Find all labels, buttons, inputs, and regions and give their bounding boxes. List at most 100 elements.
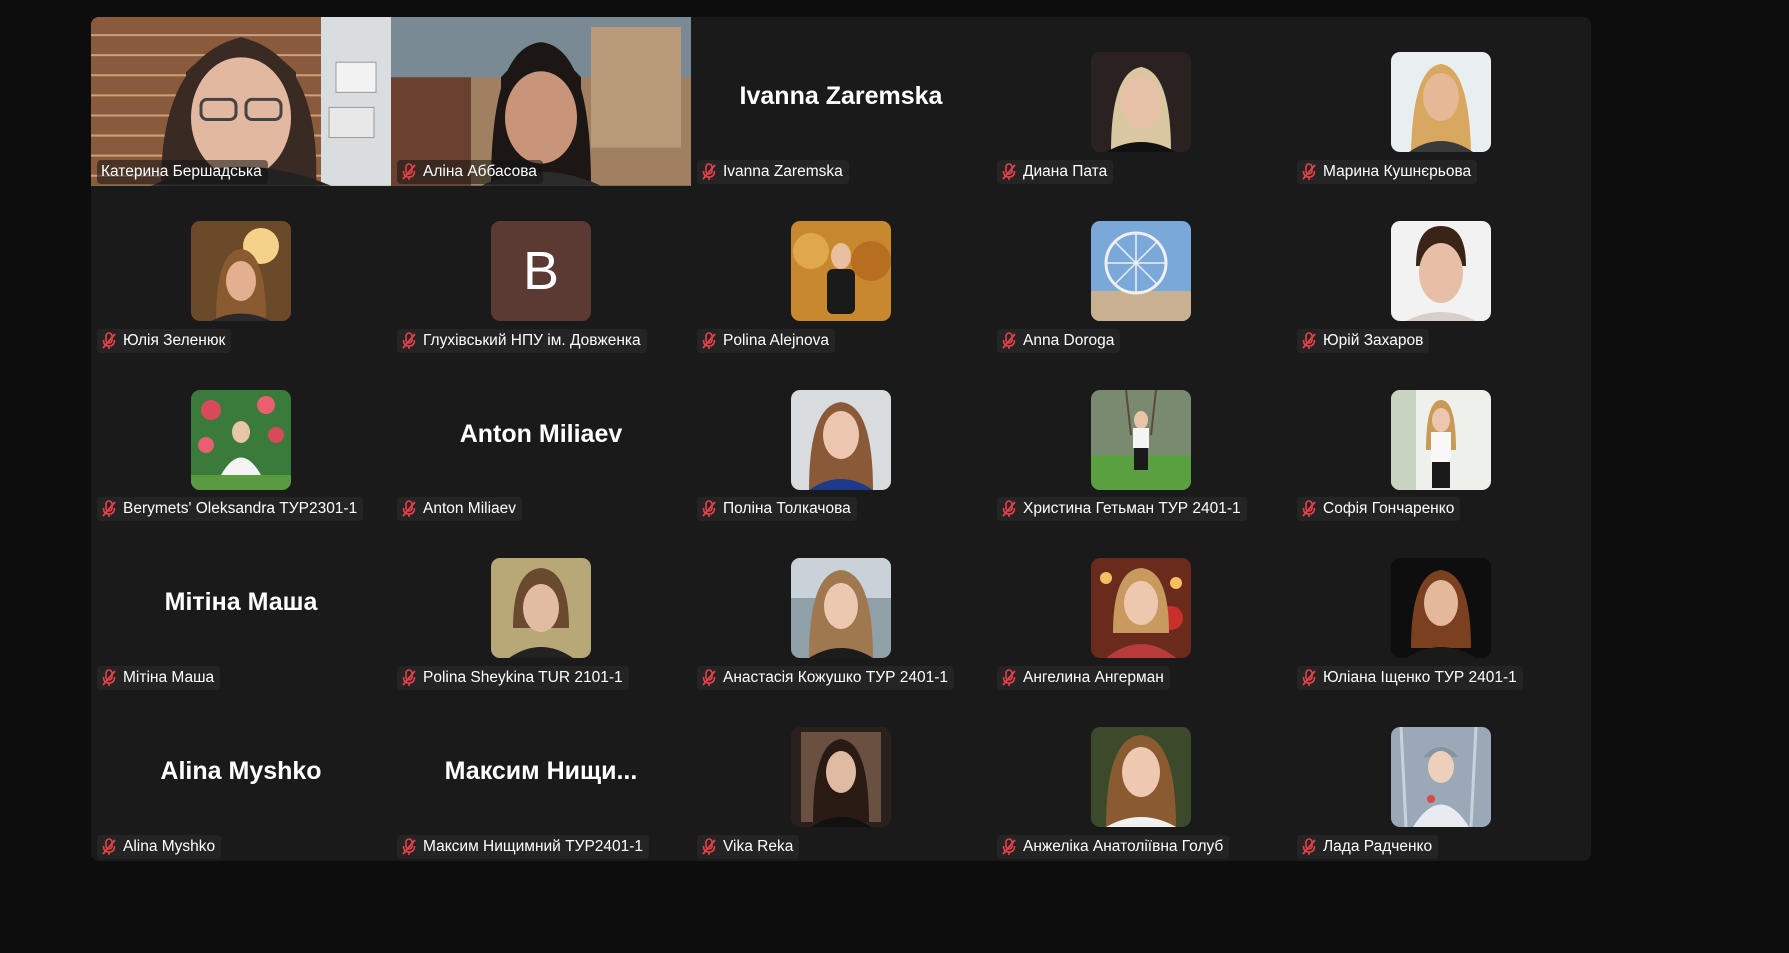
initial-avatar: В: [491, 220, 591, 321]
participant-name: Аліна Аббасова: [423, 162, 537, 180]
participant-tile[interactable]: Диана Пата: [991, 17, 1291, 186]
muted-mic-icon: [1301, 838, 1317, 856]
participant-tile[interactable]: Катерина Бершадська: [91, 17, 391, 186]
participant-name: Глухівський НПУ ім. Довженка: [423, 331, 641, 349]
muted-mic-icon: [1301, 162, 1317, 181]
profile-picture: [1391, 220, 1491, 321]
participant-name-tag: Ангелина Ангерман: [997, 666, 1170, 691]
participant-tile[interactable]: Анжеліка Анатоліївна Голуб: [991, 692, 1291, 861]
muted-mic-icon: [701, 162, 717, 181]
participant-name-tag: Катерина Бершадська: [97, 159, 268, 184]
participant-display-name: Ivanna Zaremska: [739, 82, 943, 110]
muted-mic-icon: [1001, 669, 1017, 687]
participant-tile[interactable]: В Глухівський НПУ ім. Довженка: [391, 185, 691, 355]
profile-picture: [1391, 52, 1491, 152]
muted-mic-icon: [101, 500, 117, 518]
participant-name: Юлія Зеленюк: [123, 331, 226, 349]
participant-name: Anton Miliaev: [423, 500, 517, 518]
participant-name: Христина Гетьман ТУР 2401-1: [1023, 500, 1241, 518]
participant-name: Поліна Толкачова: [723, 500, 851, 518]
muted-mic-icon: [1301, 500, 1317, 518]
participant-display-name: Alina Myshko: [160, 757, 322, 786]
participant-name: Alina Myshko: [123, 837, 216, 855]
participant-name-tag: Диана Пата: [997, 159, 1114, 184]
participant-name: Ангелина Ангерман: [1023, 669, 1164, 687]
participant-name-tag: Анжеліка Анатоліївна Голуб: [997, 834, 1230, 859]
participant-name-tag: Polina Sheykina TUR 2101-1: [397, 666, 629, 691]
muted-mic-icon: [101, 669, 117, 687]
profile-picture: [1091, 389, 1191, 490]
participant-tile[interactable]: Христина Гетьман ТУР 2401-1: [991, 354, 1291, 524]
participant-name: Мітіна Маша: [123, 669, 215, 687]
participant-name: Лада Радченко: [1323, 837, 1433, 855]
muted-mic-icon: [1301, 331, 1317, 350]
participant-tile[interactable]: Polina Sheykina TUR 2101-1: [391, 523, 691, 693]
participant-name-tag: Alina Myshko: [97, 834, 222, 859]
muted-mic-icon: [401, 500, 417, 518]
participant-tile[interactable]: Лада Радченко: [1291, 692, 1591, 861]
muted-mic-icon: [701, 838, 717, 856]
participant-name: Софія Гончаренко: [1323, 500, 1455, 518]
profile-picture: [1091, 220, 1191, 321]
participant-name-tag: Аліна Аббасова: [397, 159, 543, 184]
video-gallery: Катерина Бершадська Аліна Аббасова Ivann…: [91, 17, 1591, 861]
profile-picture: [1091, 52, 1191, 152]
muted-mic-icon: [401, 669, 417, 687]
participant-name: Юліана Іщенко ТУР 2401-1: [1323, 669, 1517, 687]
muted-mic-icon: [401, 838, 417, 856]
participant-tile[interactable]: Анастасія Кожушко ТУР 2401-1: [691, 523, 991, 693]
participant-name-tag: Лада Радченко: [1297, 834, 1439, 859]
participant-name-tag: Анастасія Кожушко ТУР 2401-1: [697, 666, 955, 691]
participant-name: Анастасія Кожушко ТУР 2401-1: [723, 669, 949, 687]
participant-name: Polina Sheykina TUR 2101-1: [423, 669, 623, 687]
participant-display-name: Anton Miliaev: [459, 419, 623, 448]
participant-tile[interactable]: Юрій Захаров: [1291, 185, 1591, 355]
participant-tile[interactable]: Юліана Іщенко ТУР 2401-1: [1291, 523, 1591, 693]
muted-mic-icon: [401, 162, 417, 181]
participant-name: Ivanna Zaremska: [723, 162, 843, 180]
participant-name: Максим Нищимний ТУР2401-1: [423, 837, 644, 855]
participant-display-name: Мітіна Маша: [164, 588, 318, 617]
participant-tile[interactable]: Ivanna Zaremska Ivanna Zaremska: [691, 17, 991, 186]
participant-tile[interactable]: Anna Doroga: [991, 185, 1291, 355]
muted-mic-icon: [101, 838, 117, 856]
participant-tile[interactable]: Марина Кушнєрьова: [1291, 17, 1591, 186]
participant-tile[interactable]: Мітіна Маша Мітіна Маша: [91, 523, 391, 693]
profile-picture: [791, 220, 891, 321]
participant-name-tag: Поліна Толкачова: [697, 497, 857, 522]
participant-tile[interactable]: Polina Alejnova: [691, 185, 991, 355]
muted-mic-icon: [1001, 838, 1017, 856]
participant-tile[interactable]: Berymets' Oleksandra ТУР2301-1: [91, 354, 391, 524]
profile-picture: [791, 389, 891, 490]
participant-name-tag: Софія Гончаренко: [1297, 497, 1461, 522]
muted-mic-icon: [1301, 669, 1317, 687]
participant-name: Berymets' Oleksandra ТУР2301-1: [123, 500, 358, 518]
participant-tile[interactable]: Поліна Толкачова: [691, 354, 991, 524]
participant-tile[interactable]: Alina Myshko Alina Myshko: [91, 692, 391, 861]
participant-name-tag: Polina Alejnova: [697, 328, 835, 353]
participant-name-tag: Глухівський НПУ ім. Довженка: [397, 328, 647, 353]
participant-name: Диана Пата: [1023, 162, 1108, 180]
participant-tile[interactable]: Аліна Аббасова: [391, 17, 691, 186]
participant-display-name: Максим Нищи...: [444, 757, 638, 786]
muted-mic-icon: [1001, 500, 1017, 518]
participant-name: Polina Alejnova: [723, 331, 829, 349]
profile-picture: [1391, 727, 1491, 828]
participant-name: Марина Кушнєрьова: [1323, 162, 1472, 180]
participant-tile[interactable]: Максим Нищи... Максим Нищимний ТУР2401-1: [391, 692, 691, 861]
participant-tile[interactable]: Юлія Зеленюк: [91, 185, 391, 355]
participant-name-tag: Ivanna Zaremska: [697, 159, 849, 184]
participant-tile[interactable]: Vika Reka: [691, 692, 991, 861]
participant-name: Vika Reka: [723, 837, 794, 855]
participant-tile[interactable]: Софія Гончаренко: [1291, 354, 1591, 524]
profile-picture: [491, 558, 591, 659]
muted-mic-icon: [101, 331, 117, 350]
muted-mic-icon: [1001, 331, 1017, 350]
participant-tile[interactable]: Anton Miliaev Anton Miliaev: [391, 354, 691, 524]
profile-picture: [191, 220, 291, 321]
profile-picture: [1091, 727, 1191, 828]
participant-tile[interactable]: Ангелина Ангерман: [991, 523, 1291, 693]
profile-picture: [1391, 558, 1491, 659]
participant-name-tag: Юрій Захаров: [1297, 328, 1430, 353]
profile-picture: [791, 558, 891, 659]
